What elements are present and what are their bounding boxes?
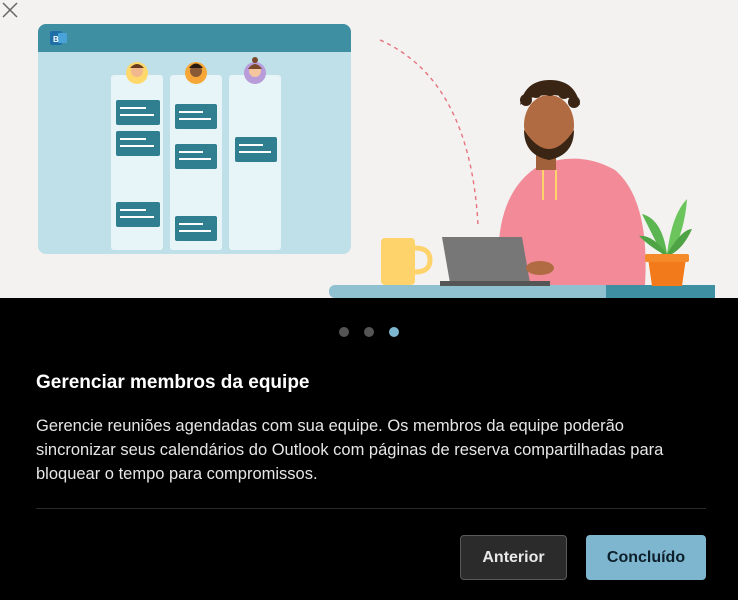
page-dot-3-active[interactable]	[389, 327, 399, 337]
close-icon[interactable]	[0, 0, 20, 20]
dialog-description: Gerencie reuniões agendadas com sua equi…	[36, 417, 664, 483]
dialog-title: Gerenciar membros da equipe	[36, 372, 310, 393]
done-button[interactable]: Concluído	[586, 535, 706, 580]
team-calendar-illustration: B	[38, 24, 715, 298]
page-indicator	[0, 327, 738, 337]
divider	[36, 508, 706, 509]
svg-text:B: B	[53, 35, 59, 44]
onboarding-dialog: B Gerenciar membros da equipe Gerencie r…	[0, 0, 738, 600]
page-dot-1[interactable]	[339, 327, 349, 337]
hero-illustration: B	[0, 0, 738, 298]
page-dot-2[interactable]	[364, 327, 374, 337]
previous-button[interactable]: Anterior	[460, 535, 567, 580]
bookings-app-icon: B	[50, 31, 67, 45]
